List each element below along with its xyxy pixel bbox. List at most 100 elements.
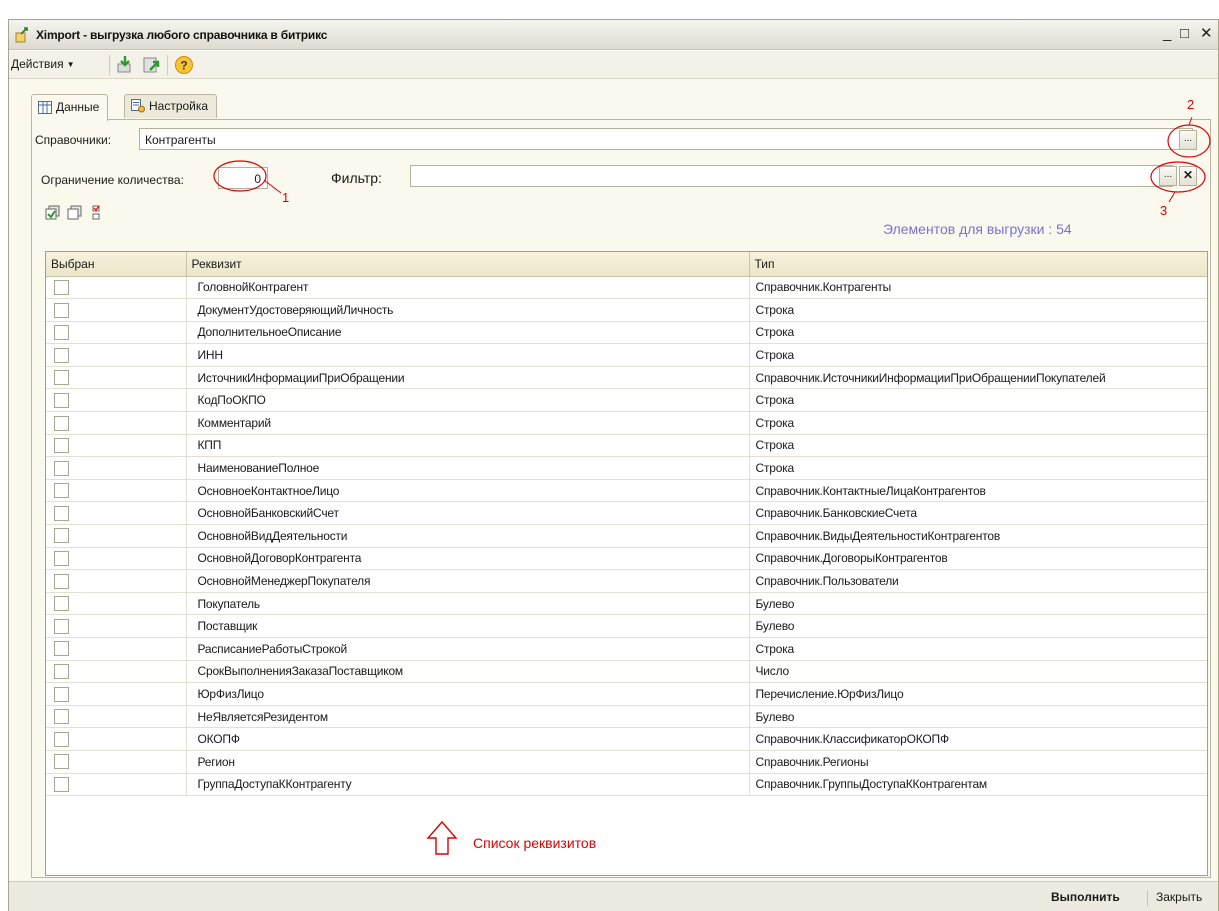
table-row[interactable]: ИсточникИнформацииПриОбращении Справочник…: [46, 366, 1207, 390]
cell-selected: [46, 366, 187, 390]
filter-clear-button[interactable]: ✕: [1179, 166, 1197, 186]
filter-select-button[interactable]: ...: [1159, 166, 1177, 186]
row-checkbox[interactable]: [54, 551, 69, 567]
column-attribute[interactable]: Реквизит: [186, 252, 750, 277]
row-checkbox[interactable]: [54, 415, 69, 431]
row-checkbox[interactable]: [54, 709, 69, 725]
table-row[interactable]: СрокВыполненияЗаказаПоставщиком Число: [46, 660, 1207, 684]
cell-type: Справочник.ИсточникиИнформацииПриОбращен…: [749, 366, 1207, 390]
cell-attribute: ИНН: [186, 343, 750, 367]
catalogs-select-button[interactable]: ...: [1179, 130, 1197, 150]
row-checkbox[interactable]: [54, 505, 69, 521]
row-checkbox[interactable]: [54, 664, 69, 680]
row-checkbox[interactable]: [54, 460, 69, 476]
tab-data[interactable]: Данные: [31, 94, 109, 121]
row-checkbox[interactable]: [54, 483, 69, 499]
catalogs-label: Справочники:: [35, 133, 112, 147]
cell-selected: [46, 773, 187, 797]
cell-attribute: СрокВыполненияЗаказаПоставщиком: [186, 660, 750, 684]
row-checkbox[interactable]: [54, 731, 69, 747]
table-row[interactable]: НаименованиеПолное Строка: [46, 456, 1207, 480]
row-checkbox[interactable]: [54, 528, 69, 544]
table-row[interactable]: КПП Строка: [46, 434, 1207, 458]
table-row[interactable]: ДополнительноеОписание Строка: [46, 321, 1207, 345]
table-row[interactable]: КодПоОКПО Строка: [46, 388, 1207, 413]
minimize-button[interactable]: _: [1163, 26, 1171, 42]
table-row[interactable]: ОКОПФ Справочник.КлассификаторОКОПФ: [46, 727, 1207, 751]
cell-type: Справочник.ДоговорыКонтрагентов: [749, 547, 1207, 571]
help-icon[interactable]: ?: [173, 54, 195, 76]
cell-selected: [46, 614, 187, 638]
row-checkbox[interactable]: [54, 347, 69, 363]
cell-attribute: ОсновнойВидДеятельности: [186, 524, 750, 548]
cell-type: Булево: [749, 705, 1207, 729]
filter-input[interactable]: [410, 165, 1173, 187]
table-row[interactable]: ОсновнойМенеджерПокупателя Справочник.Пол…: [46, 569, 1207, 593]
check-all-icon[interactable]: [45, 205, 61, 221]
row-checkbox[interactable]: [54, 618, 69, 634]
table-row[interactable]: Поставщик Булево: [46, 614, 1207, 638]
table-row[interactable]: ОсновнойДоговорКонтрагента Справочник.Дог…: [46, 547, 1207, 571]
cell-attribute: ОКОПФ: [186, 727, 750, 751]
table-row[interactable]: ИНН Строка: [46, 343, 1207, 367]
attributes-table[interactable]: Выбран Реквизит Тип ГоловнойКонтрагент Сп…: [45, 251, 1208, 876]
cell-attribute: Комментарий: [186, 411, 750, 435]
row-checkbox[interactable]: [54, 573, 69, 589]
tab-settings[interactable]: Настройка: [124, 94, 218, 118]
row-checkbox[interactable]: [54, 777, 69, 793]
table-row[interactable]: ЮрФизЛицо Перечисление.ЮрФизЛицо: [46, 682, 1207, 706]
tab-settings-label: Настройка: [149, 99, 209, 113]
limit-input[interactable]: 0: [218, 167, 268, 189]
window-title: Ximport - выгрузка любого справочника в …: [36, 28, 328, 42]
row-checkbox[interactable]: [54, 302, 69, 318]
table-row[interactable]: ГруппаДоступаККонтрагенту Справочник.Груп…: [46, 773, 1207, 797]
close-button[interactable]: Закрыть: [1156, 890, 1202, 904]
row-checkbox[interactable]: [54, 370, 69, 386]
toolbar: Действия ▼ ?: [9, 51, 1218, 79]
cell-type: Булево: [749, 592, 1207, 616]
table-row[interactable]: ОсновнойВидДеятельности Справочник.ВидыДе…: [46, 524, 1207, 548]
column-selected[interactable]: Выбран: [46, 252, 187, 277]
cell-selected: [46, 750, 187, 774]
table-row[interactable]: Покупатель Булево: [46, 592, 1207, 616]
table-row[interactable]: ДокументУдостоверяющийЛичность Строка: [46, 298, 1207, 322]
row-checkbox[interactable]: [54, 754, 69, 770]
main-window: Ximport - выгрузка любого справочника в …: [8, 19, 1219, 911]
invert-selection-icon[interactable]: [89, 205, 105, 221]
row-checkbox[interactable]: [54, 325, 69, 341]
table-row[interactable]: РасписаниеРаботыСтрокой Строка: [46, 637, 1207, 661]
maximize-button[interactable]: □: [1180, 26, 1189, 42]
uncheck-all-icon[interactable]: [67, 205, 83, 221]
cell-attribute: РасписаниеРаботыСтрокой: [186, 637, 750, 661]
actions-menu[interactable]: Действия ▼: [11, 57, 75, 71]
cell-type: Строка: [749, 434, 1207, 458]
row-checkbox[interactable]: [54, 438, 69, 454]
table-row[interactable]: ОсновноеКонтактноеЛицо Справочник.Контакт…: [46, 479, 1207, 503]
cell-type: Строка: [749, 411, 1207, 435]
row-checkbox[interactable]: [54, 279, 69, 295]
import-green-icon[interactable]: [114, 54, 136, 76]
row-checkbox[interactable]: [54, 392, 69, 408]
row-checkbox[interactable]: [54, 596, 69, 612]
row-checkbox[interactable]: [54, 641, 69, 657]
table-row[interactable]: ГоловнойКонтрагент Справочник.Контрагенты: [46, 276, 1207, 300]
cell-type: Справочник.КлассификаторОКОПФ: [749, 727, 1207, 751]
row-checkbox[interactable]: [54, 686, 69, 702]
title-bar: Ximport - выгрузка любого справочника в …: [9, 20, 1218, 50]
close-window-button[interactable]: ✕: [1200, 26, 1213, 42]
table-row[interactable]: НеЯвляетсяРезидентом Булево: [46, 705, 1207, 729]
export-green-icon[interactable]: [140, 54, 162, 76]
cell-selected: [46, 592, 187, 616]
filter-label: Фильтр:: [331, 170, 382, 186]
run-button[interactable]: Выполнить: [1051, 890, 1120, 904]
cell-selected: [46, 321, 187, 345]
catalogs-field[interactable]: Контрагенты: [139, 128, 1193, 150]
cell-type: Строка: [749, 637, 1207, 661]
table-row[interactable]: ОсновнойБанковскийСчет Справочник.Банковс…: [46, 501, 1207, 526]
table-row[interactable]: Комментарий Строка: [46, 411, 1207, 435]
cell-type: Справочник.Пользователи: [749, 569, 1207, 593]
column-type[interactable]: Тип: [749, 252, 1207, 277]
table-row[interactable]: Регион Справочник.Регионы: [46, 750, 1207, 774]
cell-attribute: Регион: [186, 750, 750, 774]
cell-type: Строка: [749, 298, 1207, 322]
